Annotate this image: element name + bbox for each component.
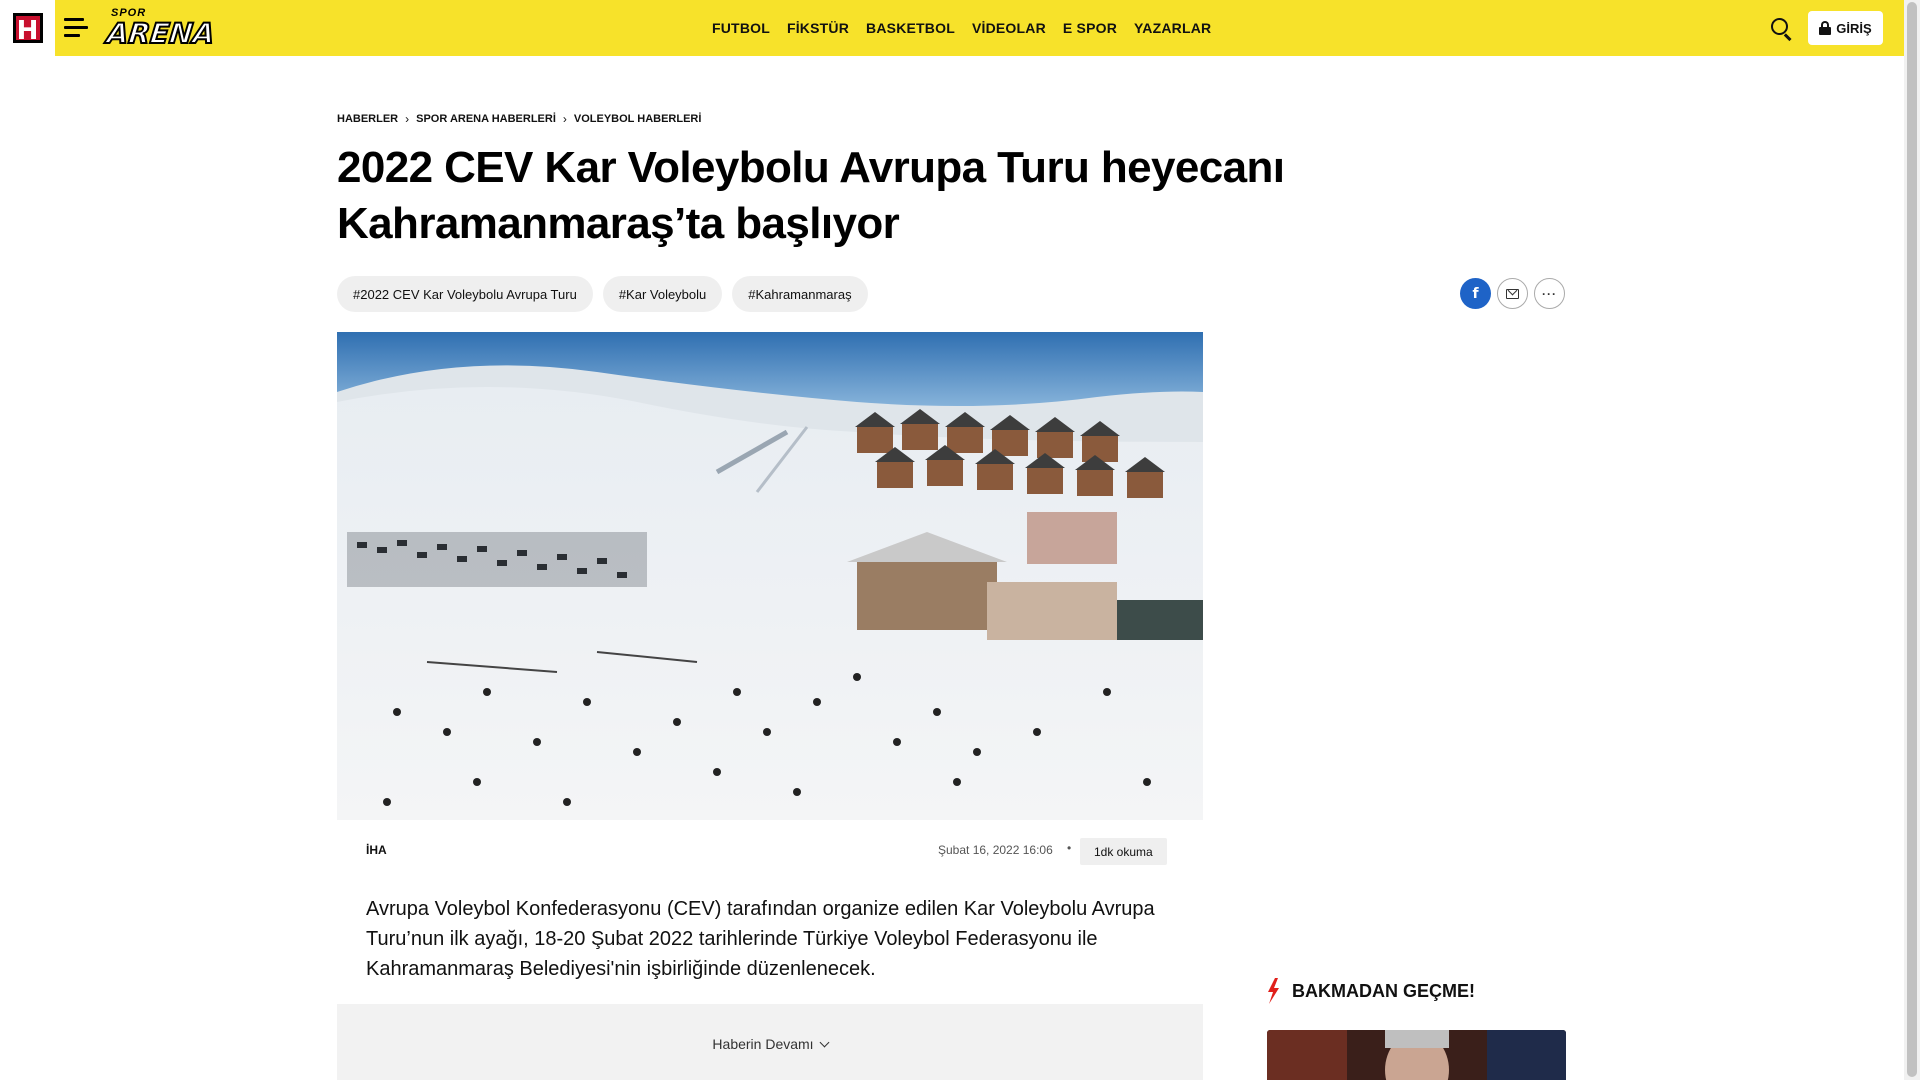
article-hero-image xyxy=(337,332,1203,820)
main-nav: FUTBOL FİKSTÜR BASKETBOL VİDEOLAR E SPOR… xyxy=(712,0,1211,56)
nav-basketbol[interactable]: BASKETBOL xyxy=(866,20,955,36)
tag-kar-voleybolu[interactable]: #Kar Voleybolu xyxy=(602,276,723,312)
tag-cev-kar-voleybolu[interactable]: #2022 CEV Kar Voleybolu Avrupa Turu xyxy=(337,276,593,312)
site-logo-mark: H xyxy=(12,13,43,46)
facebook-icon: f xyxy=(1472,285,1479,302)
article-title: 2022 CEV Kar Voleybolu Avrupa Turu heyec… xyxy=(337,143,1285,248)
sidebar-section-title: BAKMADAN GEÇME! xyxy=(1266,978,1475,1004)
menu-icon[interactable] xyxy=(64,18,88,38)
breadcrumb-haberler[interactable]: HABERLER xyxy=(337,113,398,125)
chevron-right-icon: › xyxy=(405,112,410,126)
more-share-button[interactable]: ··· xyxy=(1534,278,1565,309)
spor-arena-logo[interactable]: SPOR ARENA xyxy=(104,7,217,51)
share-buttons: f ··· xyxy=(1460,278,1565,309)
article-date: Şubat 16, 2022 16:06 xyxy=(938,843,1053,857)
lightning-bolt-icon xyxy=(1268,978,1279,1004)
nav-e-spor[interactable]: E SPOR xyxy=(1063,20,1117,36)
breadcrumb-spor-arena-haberleri[interactable]: SPOR ARENA HABERLERİ xyxy=(416,113,556,125)
scrollbar-thumb[interactable] xyxy=(1907,2,1917,1077)
site-header: H SPOR ARENA FUTBOL FİKSTÜR BASKETBOL Vİ… xyxy=(0,0,1904,56)
nav-yazarlar[interactable]: YAZARLAR xyxy=(1134,20,1211,36)
site-logo[interactable]: H xyxy=(0,0,55,56)
article-lead: Avrupa Voleybol Konfederasyonu (CEV) tar… xyxy=(366,898,1155,980)
mail-icon xyxy=(1506,288,1519,299)
breadcrumb: HABERLER › SPOR ARENA HABERLERİ › VOLEYB… xyxy=(337,112,701,126)
search-icon[interactable] xyxy=(1771,18,1793,41)
nav-fikstur[interactable]: FİKSTÜR xyxy=(787,20,849,36)
brand-big: ARENA xyxy=(104,16,217,51)
breadcrumb-voleybol-haberleri[interactable]: VOLEYBOL HABERLERİ xyxy=(574,113,702,125)
nav-futbol[interactable]: FUTBOL xyxy=(712,20,770,36)
read-more-button[interactable]: Haberin Devamı xyxy=(337,1004,1203,1080)
sidebar-news-thumbnail[interactable] xyxy=(1267,1030,1566,1080)
thumbnail-photo xyxy=(1267,1030,1566,1080)
ellipsis-icon: ··· xyxy=(1542,286,1557,301)
read-more-label: Haberin Devamı xyxy=(712,1036,814,1052)
login-button[interactable]: GİRİŞ xyxy=(1808,11,1883,45)
tag-list: #2022 CEV Kar Voleybolu Avrupa Turu #Kar… xyxy=(337,276,868,312)
lock-icon xyxy=(1819,21,1832,35)
chevron-right-icon: › xyxy=(562,112,567,126)
page-scrollbar[interactable] xyxy=(1904,0,1920,1080)
snow-resort-illustration xyxy=(337,332,1203,820)
sidebar-title-text: BAKMADAN GEÇME! xyxy=(1292,980,1475,1001)
meta-separator: • xyxy=(1067,841,1072,855)
login-label: GİRİŞ xyxy=(1836,20,1872,36)
email-share-button[interactable] xyxy=(1497,278,1528,309)
facebook-share-button[interactable]: f xyxy=(1460,278,1491,309)
read-time-badge: 1dk okuma xyxy=(1080,838,1167,865)
chevron-down-icon xyxy=(819,1037,830,1048)
nav-videolar[interactable]: VİDEOLAR xyxy=(972,20,1046,36)
tag-kahramanmaras[interactable]: #Kahramanmaraş xyxy=(732,276,868,312)
article-source[interactable]: İHA xyxy=(366,843,387,857)
